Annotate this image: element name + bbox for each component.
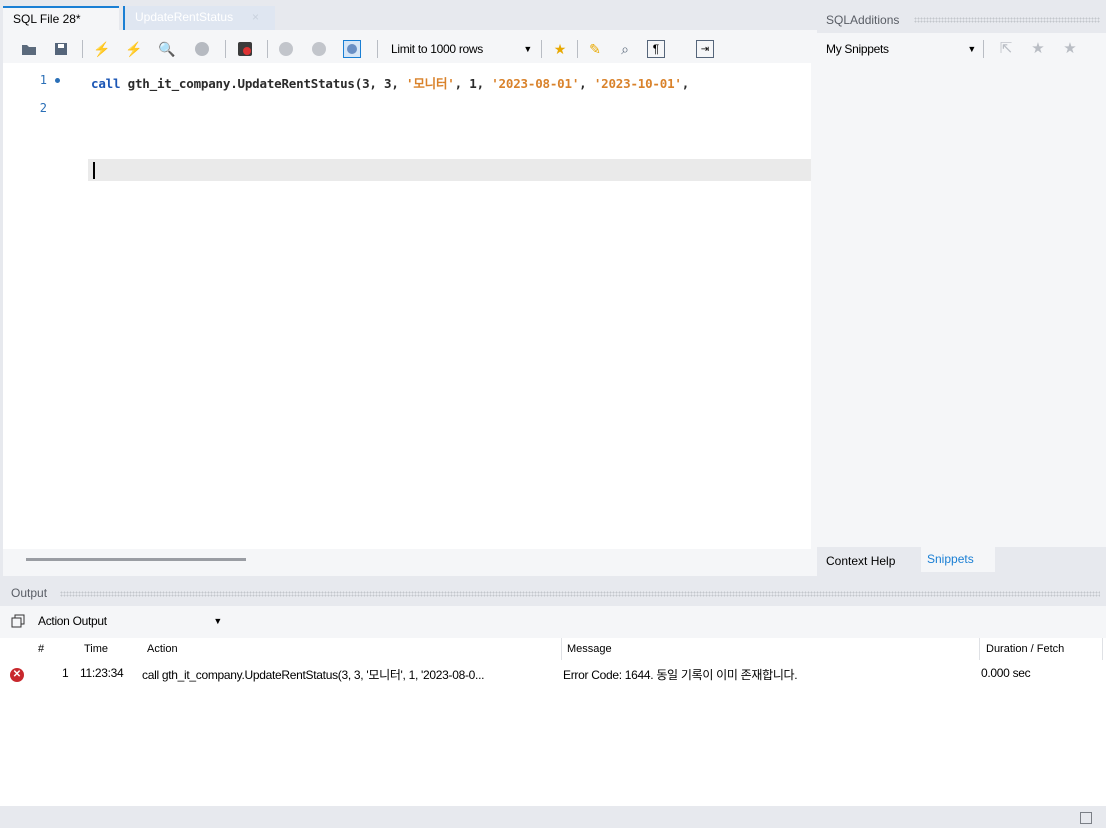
delete-snippet-icon[interactable]: ★ [1059, 39, 1081, 59]
tab-snippets[interactable]: Snippets [921, 547, 995, 572]
column-header-num[interactable]: # [38, 643, 44, 655]
header-grip [60, 591, 1100, 597]
column-divider[interactable] [979, 638, 980, 660]
tab-sql-file-28[interactable]: SQL File 28* [3, 6, 119, 30]
statement-marker-icon [55, 78, 60, 83]
panel-title: Output [11, 586, 48, 600]
find-icon[interactable]: ⌕ [616, 40, 634, 58]
sql-additions-panel: My Snippets ▼ ⇱ ★ ★ [817, 33, 1106, 547]
replace-snippet-icon[interactable]: ★ [1027, 39, 1049, 59]
line-number: 2 [39, 101, 47, 115]
text-caret [93, 162, 95, 179]
save-icon[interactable] [52, 40, 70, 58]
output-header: Output [0, 580, 1106, 606]
snippets-select[interactable]: My Snippets ▼ [826, 40, 976, 58]
snippets-select-label: My Snippets [826, 42, 889, 56]
tab-label: UpdateRentStatus [135, 10, 234, 24]
identifier-token: gth_it_company.UpdateRentStatus( [127, 76, 363, 91]
args-token: , [681, 76, 690, 91]
row-action: call gth_it_company.UpdateRentStatus(3, … [142, 668, 485, 682]
chevron-down-icon: ▼ [213, 616, 222, 626]
toolbar-separator [267, 40, 268, 58]
column-header-duration[interactable]: Duration / Fetch [986, 643, 1064, 655]
copy-icon[interactable] [11, 614, 26, 629]
args-token: 3, 3, [362, 76, 407, 91]
toolbar-separator [577, 40, 578, 58]
limit-rows-select[interactable]: Limit to 1000 rows ▼ [388, 40, 538, 58]
add-snippet-icon[interactable]: ★ [551, 40, 569, 58]
line-number: 1 [39, 73, 47, 87]
status-bar [0, 806, 1106, 828]
stop-icon[interactable] [193, 40, 211, 58]
row-num: 1 [62, 666, 69, 680]
panel-title: SQLAdditions [826, 13, 900, 27]
output-type-label: Action Output [38, 614, 107, 628]
limit-rows-label: Limit to 1000 rows [391, 42, 483, 56]
args-token: , 1, [454, 76, 492, 91]
tab-update-rent-status[interactable]: UpdateRentStatus × [123, 6, 275, 30]
string-token: '모니터' [406, 76, 455, 91]
args-token: , [579, 76, 594, 91]
row-message: Error Code: 1644. 동일 기록이 이미 존재합니다. [563, 668, 798, 682]
column-divider[interactable] [561, 638, 562, 660]
toolbar-separator [225, 40, 226, 58]
output-panel: Action Output ▼ # Time Action Message Dur… [0, 606, 1106, 806]
sql-additions-tabs: Context Help Snippets [817, 547, 1106, 575]
output-toolbar: Action Output ▼ [0, 606, 1106, 636]
wrap-icon[interactable]: ⇥ [696, 40, 714, 58]
chevron-down-icon: ▼ [523, 44, 532, 54]
current-line-highlight [88, 159, 811, 181]
autocommit-icon[interactable] [343, 40, 361, 58]
header-grip [914, 17, 1100, 23]
panel-toggle-icon[interactable] [1080, 812, 1092, 824]
chevron-down-icon: ▼ [967, 44, 976, 54]
explain-icon[interactable]: 🔍 [158, 40, 176, 58]
toggle-error-icon[interactable] [236, 40, 254, 58]
editor-toolbar: ⚡ ⚡ 🔍 Limit to 1000 rows ▼ ★ ✎ ⌕ ¶ ⇥ [3, 33, 817, 63]
error-icon: ✕ [10, 668, 24, 682]
execute-icon[interactable]: ⚡ [93, 40, 111, 58]
string-token: '2023-10-01' [593, 76, 682, 91]
insert-snippet-icon[interactable]: ⇱ [995, 39, 1017, 59]
horizontal-scrollbar[interactable] [3, 549, 817, 576]
tab-label: SQL File 28* [13, 12, 81, 26]
tab-context-help[interactable]: Context Help [826, 551, 895, 571]
output-type-select[interactable]: Action Output ▼ [38, 612, 228, 630]
toolbar-separator [377, 40, 378, 58]
row-time: 11:23:34 [80, 666, 124, 680]
column-divider[interactable] [1102, 638, 1103, 660]
toolbar-separator [541, 40, 542, 58]
column-header-time[interactable]: Time [84, 643, 108, 655]
output-grid: # Time Action Message Duration / Fetch ✕… [0, 638, 1106, 806]
string-token: '2023-08-01' [491, 76, 580, 91]
code-line-1: call gth_it_company.UpdateRentStatus(3, … [91, 73, 689, 92]
invisible-chars-icon[interactable]: ¶ [647, 40, 665, 58]
execute-current-icon[interactable]: ⚡ [125, 40, 143, 58]
toolbar-separator [82, 40, 83, 58]
sql-editor[interactable]: 1 2 call gth_it_company.UpdateRentStatus… [3, 63, 811, 549]
scrollbar-thumb[interactable] [26, 558, 246, 561]
editor-tab-bar: SQL File 28* UpdateRentStatus × [0, 0, 817, 33]
beautify-icon[interactable]: ✎ [586, 40, 604, 58]
toolbar-separator [983, 40, 984, 58]
column-header-action[interactable]: Action [147, 643, 178, 655]
row-duration: 0.000 sec [981, 666, 1031, 680]
close-icon[interactable]: × [252, 6, 259, 28]
open-folder-icon[interactable] [20, 40, 38, 58]
commit-icon[interactable] [277, 40, 295, 58]
column-header-message[interactable]: Message [567, 643, 612, 655]
keyword-token: call [91, 76, 128, 91]
rollback-icon[interactable] [310, 40, 328, 58]
sql-additions-header: SQLAdditions [817, 6, 1106, 33]
